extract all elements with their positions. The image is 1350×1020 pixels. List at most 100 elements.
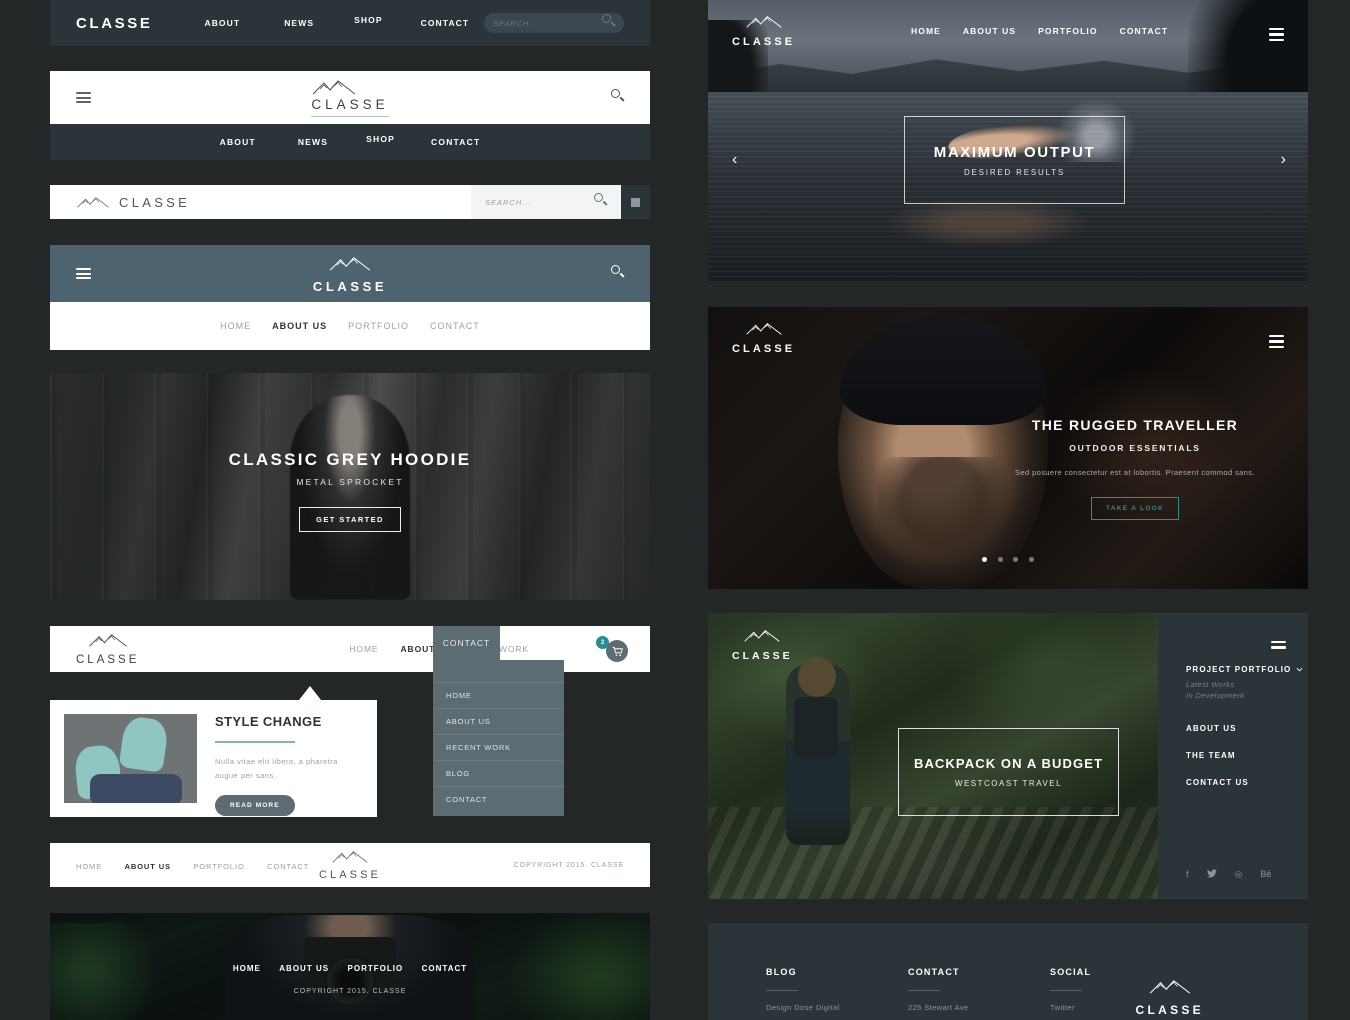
brand-name: CLASSE (119, 194, 191, 210)
nav-item-contact[interactable]: CONTACT (421, 18, 470, 28)
sidebar-social-links: f ◎ Bē (1186, 869, 1271, 880)
style-change-card: STYLE CHANGE Nulla vitae elit libero, a … (50, 700, 377, 817)
hamburger-icon[interactable] (1269, 25, 1284, 44)
mountain-logo-icon (329, 257, 371, 271)
footer-dark-logo: CLASSE (1136, 979, 1204, 1017)
sidebar-item-the-team[interactable]: THE TEAM (1186, 751, 1308, 760)
top-navbar-nav: ABOUT NEWS SHOP CONTACT (204, 15, 470, 28)
header-white-block: CLASSE ABOUT NEWS SHOP CONTACT (50, 71, 650, 160)
nav-item-contact[interactable]: CONTACT (1120, 26, 1169, 36)
carousel-dot-1[interactable] (982, 557, 988, 562)
sidebar-group-label: PROJECT PORTFOLIO (1186, 665, 1292, 674)
footer-columns: BLOG Design Dose Digital CONTACT 225 Ste… (766, 967, 1308, 1012)
sidebar-item-contact-us[interactable]: CONTACT US (1186, 778, 1308, 787)
nav-item-about[interactable]: ABOUT (204, 18, 240, 28)
header-slate-logo: CLASSE (50, 256, 650, 294)
panel-backpack-logo[interactable]: CLASSE (732, 629, 793, 662)
mountain-logo-icon (312, 80, 356, 95)
left-column: CLASSE ABOUT NEWS SHOP CONTACT SEARCH... (50, 0, 650, 1020)
subnav-item-contact[interactable]: CONTACT (430, 321, 480, 331)
logo-search-brand[interactable]: CLASSE (50, 185, 471, 219)
subnav-item-about-us[interactable]: ABOUT US (272, 321, 327, 331)
dropdown-item-recent-work[interactable]: RECENT WORK (433, 734, 564, 760)
cart-icon[interactable] (606, 640, 628, 662)
subnav-item-home[interactable]: HOME (220, 321, 251, 331)
cart-button[interactable]: 2 (596, 636, 628, 668)
subnav-item-portfolio[interactable]: PORTFOLIO (348, 321, 409, 331)
brand-name: CLASSE (732, 650, 793, 662)
hero-banner-hoodie: CLASSIC GREY HOODIE METAL SPROCKET GET S… (50, 373, 650, 600)
sidebar-item-about-us[interactable]: ABOUT US (1186, 724, 1308, 733)
footer-photo-item-portfolio[interactable]: PORTFOLIO (348, 964, 404, 973)
chevron-right-icon[interactable]: › (1281, 152, 1286, 168)
cart-glyph-icon (612, 646, 623, 656)
footer-photo-item-contact[interactable]: CONTACT (422, 964, 468, 973)
footer-column-item[interactable]: Design Dose Digital (766, 1003, 908, 1012)
footer-photo-item-about-us[interactable]: ABOUT US (279, 964, 329, 973)
carousel-dot-3[interactable] (1013, 557, 1019, 562)
sidebar-group-project-portfolio[interactable]: PROJECT PORTFOLIO (1186, 665, 1308, 674)
get-started-button[interactable]: GET STARTED (299, 507, 401, 532)
card-body: STYLE CHANGE Nulla vitae elit libero, a … (215, 714, 343, 816)
carousel-dot-4[interactable] (1028, 557, 1034, 562)
screenshot-canvas: CLASSE ABOUT NEWS SHOP CONTACT SEARCH... (0, 0, 1350, 1020)
subnav-item-about[interactable]: ABOUT (220, 137, 256, 147)
hamburger-icon[interactable] (1269, 332, 1284, 351)
subnav-item-news[interactable]: NEWS (298, 137, 328, 147)
dribbble-icon[interactable]: ◎ (1235, 869, 1243, 880)
read-more-button[interactable]: READ MORE (215, 794, 295, 816)
carousel-dots (708, 549, 1308, 567)
sidebar-sublink-latest-works[interactable]: Latest Works (1186, 680, 1308, 689)
header-white-subnav: ABOUT NEWS SHOP CONTACT (50, 124, 650, 160)
nav-item-portfolio[interactable]: PORTFOLIO (1038, 26, 1097, 36)
footer-photo-item-home[interactable]: HOME (233, 964, 261, 973)
panel-subtitle: OUTDOOR ESSENTIALS (1069, 443, 1201, 453)
dropdown-item-about-us[interactable]: ABOUT US (433, 708, 564, 734)
facebook-icon[interactable]: f (1186, 869, 1189, 880)
search-input[interactable]: SEARCH... (484, 13, 624, 33)
dropdown-item-home[interactable]: HOME (433, 682, 564, 708)
carousel-dot-2[interactable] (997, 557, 1003, 562)
card-pointer-arrow (299, 686, 321, 700)
nav-item-about-us[interactable]: ABOUT US (963, 26, 1016, 36)
brand-name: CLASSE (732, 35, 796, 48)
mountain-logo-icon (77, 196, 109, 208)
dropdown-panel: HOME ABOUT US RECENT WORK BLOG CONTACT (433, 660, 564, 816)
brand-logo-text[interactable]: CLASSE (76, 15, 152, 32)
subnav-item-contact[interactable]: CONTACT (431, 137, 480, 147)
footer-column-rule (766, 990, 798, 991)
take-a-look-button[interactable]: TAKE A LOOK (1090, 496, 1180, 520)
dropdown-item-contact[interactable]: CONTACT (433, 786, 564, 816)
search-icon[interactable] (594, 193, 608, 211)
search-icon[interactable] (602, 14, 616, 32)
hamburger-icon[interactable] (1271, 638, 1286, 652)
nav-item-shop[interactable]: SHOP (354, 15, 383, 25)
top-navbar: CLASSE ABOUT NEWS SHOP CONTACT SEARCH... (50, 0, 650, 46)
hero-subtitle: METAL SPROCKET (296, 477, 404, 487)
nav-item-news[interactable]: NEWS (284, 18, 314, 28)
card-title: STYLE CHANGE (215, 714, 322, 729)
search-icon[interactable] (611, 88, 625, 107)
footer-photo-nav: HOME ABOUT US PORTFOLIO CONTACT (50, 958, 650, 976)
brand-name: CLASSE (732, 342, 796, 355)
nav-item-home[interactable]: HOME (349, 644, 378, 654)
mountain-logo-icon (745, 322, 782, 335)
twitter-icon[interactable] (1206, 869, 1217, 880)
chevron-left-icon[interactable]: ‹ (732, 152, 737, 168)
hero-content: CLASSIC GREY HOODIE METAL SPROCKET GET S… (50, 450, 650, 532)
dropdown-tab-contact[interactable]: CONTACT (433, 626, 500, 660)
grid-icon[interactable] (621, 185, 650, 219)
hero-title: MAXIMUM OUTPUT (933, 143, 1096, 161)
search-input[interactable]: SEARCH... (471, 185, 621, 219)
footer-column-contact: CONTACT 225 Stewart Ave (908, 967, 1050, 1012)
panel-swimmer-logo[interactable]: CLASSE (732, 15, 795, 48)
behance-icon[interactable]: Bē (1260, 869, 1271, 880)
dropdown-item-blog[interactable]: BLOG (433, 760, 564, 786)
hamburger-icon[interactable] (76, 90, 91, 106)
footer-white-logo: CLASSE (50, 850, 650, 881)
panel-rugged-logo[interactable]: CLASSE (732, 322, 795, 355)
header-dropdown-logo[interactable]: CLASSE (76, 633, 139, 666)
subnav-item-shop[interactable]: SHOP (366, 134, 395, 144)
sidebar-sublink-in-development[interactable]: In Development (1186, 691, 1308, 700)
nav-item-home[interactable]: HOME (911, 26, 941, 36)
